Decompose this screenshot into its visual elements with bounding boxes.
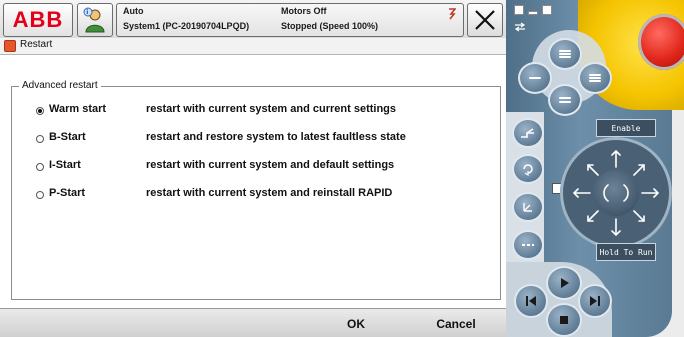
robot-arm-icon: [521, 128, 534, 138]
window-minimize-icon[interactable]: [528, 11, 538, 15]
programmable-key-3[interactable]: [578, 62, 612, 94]
programmable-key-2[interactable]: [518, 62, 552, 94]
option-description: restart with current system and reinstal…: [146, 187, 393, 199]
event-log-icon: [449, 8, 456, 20]
option-b-start[interactable]: B-Start restart and restore system to la…: [0, 131, 480, 147]
close-icon: [475, 10, 495, 30]
operating-mode: Auto: [123, 6, 144, 16]
joystick[interactable]: [560, 137, 672, 249]
step-forward-icon: [590, 296, 600, 306]
ok-button[interactable]: OK: [318, 309, 394, 337]
cancel-button[interactable]: Cancel: [418, 309, 494, 337]
window-title-bar: Restart: [0, 38, 506, 55]
stop-button[interactable]: [546, 303, 582, 337]
option-description: restart and restore system to latest fau…: [146, 131, 406, 143]
key-double-icon: [559, 97, 571, 103]
status-bar[interactable]: Auto System1 (PC-20190704LPQD) Motors Of…: [116, 3, 464, 37]
radio-i-start[interactable]: [36, 163, 44, 171]
key-lines-icon: [559, 50, 571, 58]
abb-menu-button[interactable]: ABB: [3, 3, 73, 37]
key-dash-icon: [529, 77, 541, 79]
window-restore-icon[interactable]: [514, 5, 524, 15]
option-p-start[interactable]: P-Start restart with current system and …: [0, 187, 480, 203]
increment-icon: [522, 244, 534, 246]
radio-b-start[interactable]: [36, 135, 44, 143]
step-backward-button[interactable]: [514, 284, 548, 318]
command-bar: OK Cancel: [0, 308, 506, 337]
swap-icon[interactable]: [514, 22, 526, 32]
system-name: System1 (PC-20190704LPQD): [123, 21, 250, 31]
program-state: Stopped (Speed 100%): [281, 21, 379, 31]
restart-app-icon: [4, 40, 16, 52]
reorient-icon: [523, 164, 533, 176]
option-description: restart with current system and current …: [146, 103, 397, 115]
jog-direction-arrows-icon: [572, 149, 660, 237]
play-icon: [561, 278, 569, 288]
step-forward-button[interactable]: [578, 284, 612, 318]
programmable-key-4[interactable]: [548, 84, 582, 116]
emergency-stop-button[interactable]: [638, 14, 684, 70]
option-name: B-Start: [49, 131, 86, 143]
close-button[interactable]: [467, 3, 503, 37]
flexpendant-screen: ABB i Auto System1 (PC-20190704LPQD) Mot…: [0, 0, 506, 337]
abb-logo: ABB: [12, 7, 64, 32]
option-name: I-Start: [49, 159, 81, 171]
option-warm-start[interactable]: Warm start restart with current system a…: [0, 103, 480, 119]
step-backward-icon: [526, 296, 536, 306]
window-close-icon[interactable]: [542, 5, 552, 15]
option-i-start[interactable]: I-Start restart with current system and …: [0, 159, 480, 175]
window-title: Restart: [20, 39, 53, 50]
start-button[interactable]: [546, 266, 582, 300]
hold-to-run-label: Hold To Run: [596, 243, 656, 261]
restart-panel: Advanced restart Warm start restart with…: [0, 55, 506, 308]
pendant-hardware: Enable Hold To Run: [506, 0, 684, 337]
motors-state: Motors Off: [281, 6, 327, 16]
option-description: restart with current system and default …: [146, 159, 395, 171]
top-bar: ABB i Auto System1 (PC-20190704LPQD) Mot…: [0, 0, 506, 39]
operator-icon: i: [83, 7, 105, 33]
group-label: Advanced restart: [19, 80, 101, 91]
radio-p-start[interactable]: [36, 191, 44, 199]
option-name: Warm start: [49, 103, 107, 115]
stop-icon: [560, 316, 568, 324]
svg-text:i: i: [86, 9, 88, 16]
axes-icon: [523, 203, 532, 212]
radio-warm-start[interactable]: [36, 107, 44, 115]
select-mechanical-unit-button[interactable]: [512, 118, 544, 148]
enable-label: Enable: [596, 119, 656, 137]
option-name: P-Start: [49, 187, 86, 199]
programmable-key-1[interactable]: [548, 38, 582, 70]
toggle-motion-mode-button[interactable]: [512, 154, 544, 184]
toggle-increment-button[interactable]: [512, 230, 544, 260]
key-lines-icon: [589, 74, 601, 82]
operator-button[interactable]: i: [77, 3, 113, 37]
toggle-axes-button[interactable]: [512, 192, 544, 222]
